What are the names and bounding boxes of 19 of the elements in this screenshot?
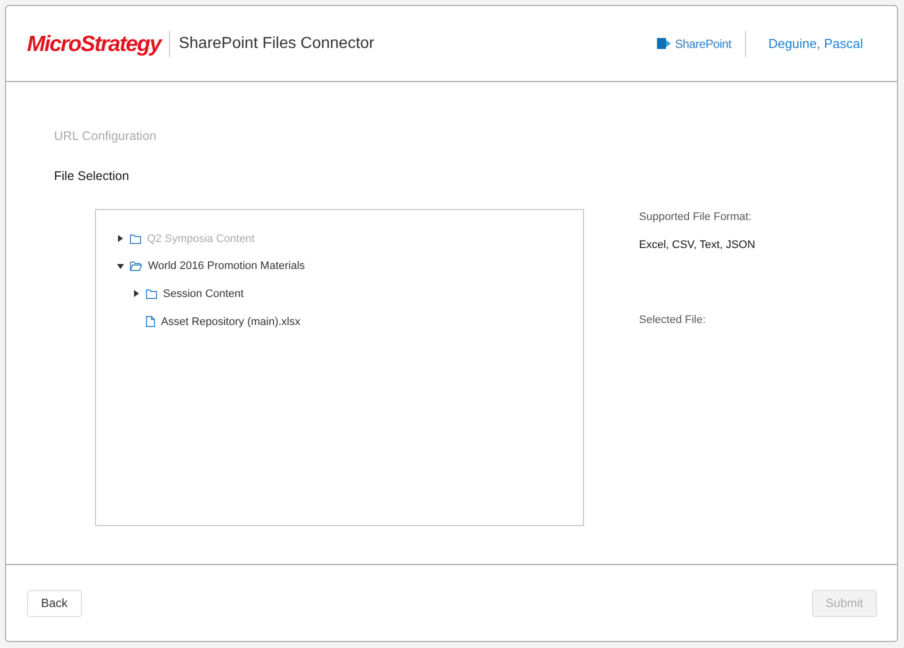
formats-value: Excel, CSV, Text, JSON: [639, 239, 756, 251]
tree-item[interactable]: Session Content: [163, 288, 244, 300]
wizard-step[interactable]: File Selection: [54, 169, 897, 185]
folder-icon: [146, 288, 157, 299]
user-link[interactable]: Deguine, Pascal: [768, 36, 863, 51]
footer-button[interactable]: Back: [27, 590, 82, 616]
brand-logo: MicroStrategy: [27, 30, 170, 56]
folder-icon: [130, 234, 141, 244]
tree-item[interactable]: Asset Repository (main).xlsx: [161, 316, 300, 328]
app-title: SharePoint Files Connector: [178, 34, 376, 52]
open-folder-icon: [130, 261, 142, 272]
formats-label: Supported File Format:: [639, 211, 752, 223]
caret-down-icon[interactable]: [116, 264, 124, 269]
caret-right-icon[interactable]: [134, 290, 138, 298]
selected-file-label: Selected File:: [639, 314, 707, 326]
service-name: SharePoint: [674, 36, 732, 50]
sharepoint-icon: [656, 37, 672, 50]
tree-item[interactable]: World 2016 Promotion Materials: [148, 260, 305, 272]
file-icon: [146, 316, 155, 328]
